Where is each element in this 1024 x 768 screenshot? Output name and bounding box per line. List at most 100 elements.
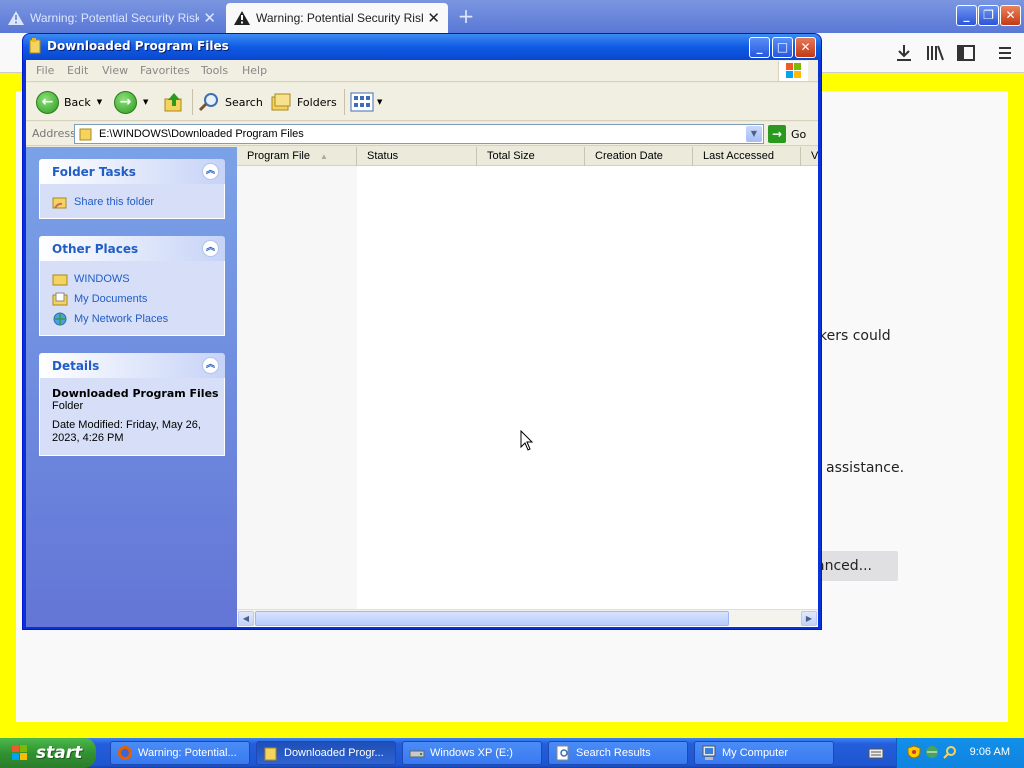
windows-flag-icon: [786, 63, 801, 78]
other-place-label: My Network Places: [74, 313, 169, 325]
ff-restore-button[interactable]: ❐: [978, 5, 999, 26]
toolbar-separator: [344, 89, 345, 115]
folders-button[interactable]: Folders: [270, 90, 337, 114]
up-button[interactable]: [163, 90, 185, 114]
my-documents-icon: [52, 292, 68, 306]
sort-ascending-icon: ▲: [319, 152, 328, 161]
firefox-tab-bar: Warning: Potential Security Risk Ahead ✕…: [0, 0, 1024, 33]
go-button[interactable]: → Go: [768, 124, 806, 144]
back-dropdown-icon[interactable]: ▼: [97, 98, 102, 106]
other-place-label: WINDOWS: [74, 273, 130, 285]
scrollbar-thumb[interactable]: [255, 611, 729, 626]
folder-icon: [264, 747, 277, 761]
other-place-my-documents[interactable]: My Documents: [52, 289, 224, 309]
menu-view[interactable]: View: [102, 64, 128, 77]
toolbar: ← Back ▼ → ▼ Search Folders ▼: [26, 83, 818, 121]
menu-help[interactable]: Help: [242, 64, 267, 77]
views-icon: [350, 92, 374, 112]
advanced-button[interactable]: anced...: [812, 551, 898, 581]
network-places-icon: [53, 312, 67, 326]
column-creation-date[interactable]: Creation Date: [585, 147, 693, 166]
other-place-windows[interactable]: WINDOWS: [52, 269, 224, 289]
other-place-label: My Documents: [74, 293, 148, 305]
close-tab-icon[interactable]: ✕: [427, 9, 440, 27]
menu-icon[interactable]: [994, 42, 1016, 64]
taskbar-button-search-results[interactable]: Search Results: [548, 741, 688, 765]
address-field[interactable]: E:\WINDOWS\Downloaded Program Files ▼: [74, 124, 764, 144]
scroll-right-icon[interactable]: ▶: [801, 611, 817, 626]
taskbar-button-windows-xp-drive[interactable]: Windows XP (E:): [402, 741, 542, 765]
explorer-title-bar[interactable]: Downloaded Program Files _ □ ✕: [23, 34, 821, 60]
maximize-button[interactable]: □: [772, 37, 793, 58]
column-version[interactable]: Ve: [801, 147, 818, 166]
column-total-size[interactable]: Total Size: [477, 147, 585, 166]
close-button[interactable]: ✕: [795, 37, 816, 58]
search-tray-icon[interactable]: [943, 745, 957, 759]
explorer-body: File Edit View Favorites Tools Help ← Ba…: [26, 60, 818, 627]
menu-edit[interactable]: Edit: [67, 64, 88, 77]
other-place-network[interactable]: My Network Places: [52, 309, 224, 329]
menu-favorites[interactable]: Favorites: [140, 64, 190, 77]
drive-icon: [409, 750, 425, 758]
new-tab-button[interactable]: +: [456, 5, 476, 27]
task-pane: Folder Tasks ︽ Share this folder Other P…: [26, 147, 237, 627]
column-label: Total Size: [487, 150, 535, 162]
scroll-left-icon[interactable]: ◀: [238, 611, 254, 626]
collapse-icon[interactable]: ︽: [202, 240, 219, 257]
folders-icon: [271, 93, 291, 111]
security-shield-icon[interactable]: [907, 745, 921, 759]
horizontal-scrollbar[interactable]: ◀ ▶: [237, 609, 818, 626]
details-type: Folder: [52, 400, 84, 412]
keyboard-icon[interactable]: [868, 746, 884, 760]
collapse-icon[interactable]: ︽: [202, 163, 219, 180]
menu-file[interactable]: File: [36, 64, 54, 77]
minimize-button[interactable]: _: [749, 37, 770, 58]
network-tray-icon[interactable]: [925, 745, 939, 759]
column-label: Creation Date: [595, 150, 663, 162]
start-button[interactable]: start: [0, 738, 96, 768]
close-tab-icon[interactable]: ✕: [203, 9, 216, 27]
views-button[interactable]: ▼: [350, 90, 382, 114]
views-dropdown-icon[interactable]: ▼: [377, 98, 382, 106]
column-label: Ve: [811, 150, 818, 162]
taskbar-button-label: Downloaded Progr...: [284, 747, 384, 759]
file-list[interactable]: Program File ▲ Status Total Size Creation…: [237, 147, 818, 627]
taskbar-button-label: Warning: Potential...: [138, 747, 237, 759]
back-arrow-icon: ←: [36, 90, 59, 114]
firefox-tab-2[interactable]: Warning: Potential Security Risk Ahead ✕: [226, 3, 448, 33]
column-last-accessed[interactable]: Last Accessed: [693, 147, 801, 166]
clock: 9:06 AM: [969, 746, 1010, 758]
taskbar-button-my-computer[interactable]: My Computer: [694, 741, 834, 765]
share-folder-link[interactable]: Share this folder: [52, 192, 224, 212]
back-button[interactable]: ← Back ▼: [36, 90, 102, 114]
window-title: Downloaded Program Files: [47, 39, 229, 53]
folder-icon: [29, 38, 41, 54]
details-name: Downloaded Program Files: [52, 387, 219, 400]
taskbar-button-downloaded-program-files[interactable]: Downloaded Progr...: [256, 741, 396, 765]
details-header[interactable]: Details ︽: [39, 353, 225, 378]
search-button[interactable]: Search: [198, 90, 263, 114]
ff-close-button[interactable]: ✕: [1000, 5, 1021, 26]
sidebar-icon[interactable]: [955, 42, 977, 64]
column-status[interactable]: Status: [357, 147, 477, 166]
column-program-file[interactable]: Program File ▲: [237, 147, 357, 166]
firefox-tab-1[interactable]: Warning: Potential Security Risk Ahead ✕: [0, 3, 224, 33]
up-folder-icon: [164, 93, 182, 112]
page-text-fragment: assistance.: [826, 460, 905, 476]
details-body: Downloaded Program Files Folder Date Mod…: [39, 378, 225, 456]
library-icon[interactable]: [924, 42, 946, 64]
folder-tasks-header[interactable]: Folder Tasks ︽: [39, 159, 225, 184]
menu-tools[interactable]: Tools: [201, 64, 228, 77]
address-label: Address: [32, 127, 76, 140]
taskbar-button-firefox[interactable]: Warning: Potential...: [110, 741, 250, 765]
downloads-icon[interactable]: [893, 42, 915, 64]
forward-dropdown-icon[interactable]: ▼: [143, 98, 148, 106]
collapse-icon[interactable]: ︽: [202, 357, 219, 374]
windows-flag-icon: [12, 745, 27, 760]
share-folder-label: Share this folder: [74, 196, 155, 208]
address-dropdown-icon[interactable]: ▼: [746, 126, 762, 142]
forward-button[interactable]: → ▼: [114, 90, 148, 114]
start-label: start: [36, 743, 83, 763]
ff-minimize-button[interactable]: _: [956, 5, 977, 26]
other-places-header[interactable]: Other Places ︽: [39, 236, 225, 261]
